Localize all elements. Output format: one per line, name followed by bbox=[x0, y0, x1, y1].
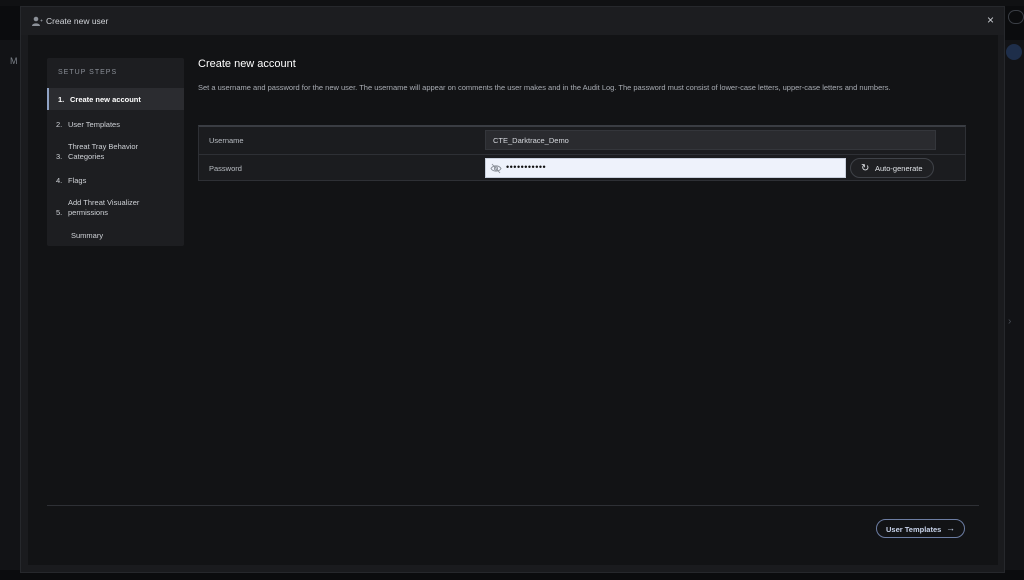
background-left-panel: M bbox=[0, 40, 20, 570]
auto-generate-button[interactable]: ↻ Auto-generate bbox=[850, 158, 934, 178]
step-number: 4. bbox=[56, 176, 63, 185]
step-flags[interactable]: 4. Flags bbox=[47, 170, 184, 190]
refresh-icon: ↻ bbox=[861, 163, 870, 174]
step-threat-tray-behavior-categories[interactable]: 3. Threat Tray Behavior Categories bbox=[47, 140, 184, 164]
chevron-right-icon: › bbox=[1008, 316, 1012, 327]
create-user-modal: Create new user × SETUP STEPS 1. Create … bbox=[20, 6, 1005, 573]
background-avatar bbox=[1006, 44, 1022, 60]
user-add-icon bbox=[32, 16, 43, 26]
step-label: User Templates bbox=[68, 120, 120, 129]
page-title: Create new account bbox=[198, 58, 296, 70]
modal-body: SETUP STEPS 1. Create new account 2. Use… bbox=[28, 35, 998, 565]
setup-steps-sidebar: SETUP STEPS 1. Create new account 2. Use… bbox=[47, 58, 184, 246]
step-number: 3. bbox=[56, 152, 63, 161]
password-value: ••••••••••• bbox=[506, 162, 547, 172]
username-label: Username bbox=[209, 136, 244, 145]
account-form: Username CTE_Darktrace_Demo Password •••… bbox=[198, 125, 966, 181]
password-row: Password ••••••••••• ↻ Auto-generate bbox=[199, 154, 965, 181]
next-step-button[interactable]: User Templates → bbox=[876, 519, 965, 538]
password-input[interactable]: ••••••••••• bbox=[485, 158, 846, 178]
modal-header: Create new user × bbox=[21, 7, 1004, 35]
step-number: 5. bbox=[56, 208, 63, 217]
close-icon[interactable]: × bbox=[987, 14, 994, 26]
password-label: Password bbox=[209, 164, 242, 173]
footer-divider bbox=[47, 505, 979, 506]
step-user-templates[interactable]: 2. User Templates bbox=[47, 114, 184, 134]
step-label: Create new account bbox=[70, 95, 141, 104]
arrow-right-icon: → bbox=[946, 523, 955, 533]
auto-generate-label: Auto-generate bbox=[875, 164, 923, 173]
step-label: Summary bbox=[71, 231, 104, 240]
step-number: 2. bbox=[56, 120, 63, 129]
background-right-panel: › bbox=[1004, 10, 1024, 570]
modal-title: Create new user bbox=[46, 16, 109, 26]
eye-off-icon[interactable] bbox=[490, 163, 502, 174]
background-left-text: M bbox=[10, 56, 18, 66]
step-summary[interactable]: Summary bbox=[47, 226, 184, 246]
background-toggle bbox=[1008, 10, 1024, 24]
page-description: Set a username and password for the new … bbox=[198, 83, 891, 92]
step-label: Flags bbox=[68, 176, 87, 185]
step-label: Add Threat Visualizer permissions bbox=[68, 198, 140, 217]
step-label: Threat Tray Behavior Categories bbox=[68, 142, 139, 161]
step-add-threat-visualizer-permissions[interactable]: 5. Add Threat Visualizer permissions bbox=[47, 196, 184, 220]
step-number: 1. bbox=[58, 95, 65, 104]
username-input[interactable]: CTE_Darktrace_Demo bbox=[485, 130, 936, 150]
step-create-new-account[interactable]: 1. Create new account bbox=[47, 88, 184, 110]
setup-steps-heading: SETUP STEPS bbox=[58, 69, 118, 76]
next-step-label: User Templates bbox=[886, 525, 942, 534]
username-row: Username CTE_Darktrace_Demo bbox=[199, 127, 965, 154]
